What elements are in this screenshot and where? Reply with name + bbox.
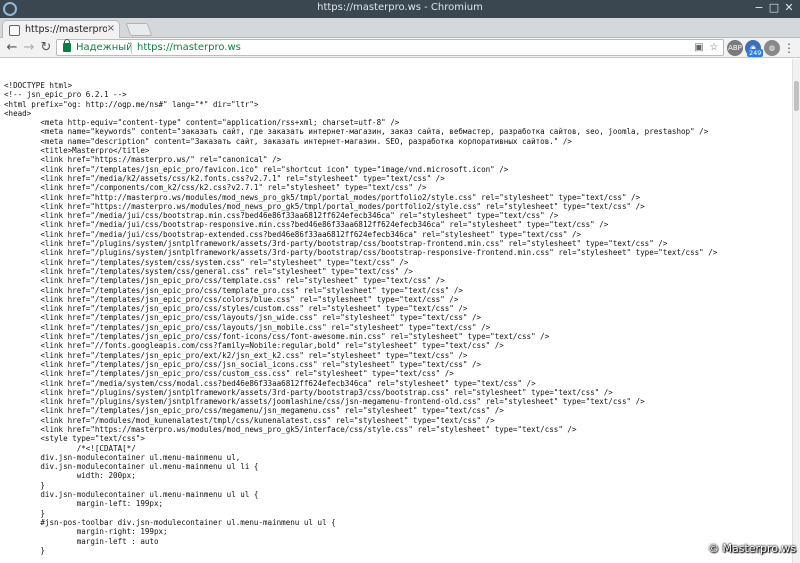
- source-line: <meta name="description" content="Заказа…: [4, 136, 572, 146]
- tab-title: https://masterpro.ws: [25, 24, 107, 35]
- extension-badge: 249: [747, 49, 764, 57]
- address-bar[interactable]: Надежный https://masterpro.ws ▣ ☆: [56, 39, 724, 56]
- forward-button[interactable]: →: [21, 40, 37, 56]
- close-window-button[interactable]: ✕: [782, 1, 796, 15]
- source-line: <link href="/modules/mod_kunenalatest/tm…: [4, 415, 495, 425]
- new-tab-button[interactable]: [125, 23, 153, 36]
- extension-gray-icon[interactable]: ◍: [764, 40, 780, 56]
- back-button[interactable]: ←: [4, 40, 20, 56]
- source-line: div.jsn-modulecontainer ul.menu-mainmenu…: [4, 452, 241, 462]
- source-code: <!DOCTYPE html> <!-- jsn_epic_pro 6.2.1 -…: [4, 81, 792, 555]
- source-line: <link href="/plugins/system/jsntplframew…: [4, 248, 718, 258]
- tab-masterpro[interactable]: https://masterpro.ws ×: [2, 20, 120, 38]
- source-line: <link href="/plugins/system/jsntplframew…: [4, 397, 645, 407]
- source-line: div.jsn-modulecontainer ul.menu-mainmenu…: [4, 490, 259, 500]
- source-line: <link href="/templates/jsn_epic_pro/css/…: [4, 369, 454, 379]
- source-line: <head>: [4, 108, 32, 118]
- source-line: <link href="/components/com_k2/css/k2.cs…: [4, 183, 427, 193]
- omnibox-separator: [131, 43, 132, 54]
- source-line: /*<![CDATA[*/: [4, 443, 136, 453]
- tab-close-icon[interactable]: ×: [107, 23, 115, 35]
- source-line: margin-left : auto: [4, 536, 159, 546]
- source-line: <link href="https://masterpro.ws/modules…: [4, 201, 645, 211]
- source-line: <link href="/media/jui/css/bootstrap-ext…: [4, 229, 582, 239]
- source-line: margin-left: 199px;: [4, 499, 164, 509]
- source-line: div.jsn-modulecontainer ul.menu-mainmenu…: [4, 462, 259, 472]
- url-text[interactable]: https://masterpro.ws: [137, 42, 241, 53]
- menu-icon[interactable]: ⋮: [783, 40, 795, 56]
- source-line: <!-- jsn_epic_pro 6.2.1 -->: [4, 90, 127, 100]
- view-source-content: <!DOCTYPE html> <!-- jsn_epic_pro 6.2.1 -…: [0, 59, 792, 563]
- source-line: <link href="https://masterpro.ws/" rel="…: [4, 155, 282, 165]
- source-line: <link href="/media/jui/css/bootstrap.min…: [4, 211, 559, 221]
- browser-toolbar: ← → ↻ Надежный https://masterpro.ws ▣ ☆ …: [0, 38, 800, 58]
- source-line: <link href="http://masterpro.ws/modules/…: [4, 192, 641, 202]
- source-line: <title>Masterpro</title>: [4, 146, 150, 156]
- window-titlebar: https://masterpro.ws - Chromium − □ ✕: [0, 0, 800, 18]
- source-line: <link href="https://masterpro.ws/modules…: [4, 424, 577, 434]
- source-line: }: [4, 545, 45, 555]
- source-line: <link href="/plugins/system/jsntplframew…: [4, 239, 668, 249]
- source-line: <link href="/media/system/css/modal.css?…: [4, 378, 536, 388]
- source-line: <link href="/templates/jsn_epic_pro/css/…: [4, 313, 482, 323]
- source-line: <style type="text/css">: [4, 434, 145, 444]
- watermark: © Masterpro.ws: [708, 542, 797, 555]
- source-line: <meta http-equiv="content-type" content=…: [4, 118, 400, 128]
- tab-strip: https://masterpro.ws ×: [0, 18, 800, 38]
- source-line: <link href="/templates/jsn_epic_pro/css/…: [4, 304, 468, 314]
- lock-icon: [63, 39, 71, 52]
- source-line: <!DOCTYPE html>: [4, 81, 73, 90]
- source-line: <link href="/templates/jsn_epic_pro/css/…: [4, 276, 445, 286]
- source-line: <link href="/templates/jsn_epic_pro/ext/…: [4, 350, 468, 360]
- source-line: <link href="/templates/system/css/system…: [4, 257, 409, 267]
- source-line: <link href="/templates/jsn_epic_pro/css/…: [4, 332, 550, 342]
- source-line: <link href="/templates/jsn_epic_pro/css/…: [4, 406, 504, 416]
- source-line: <link href="/media/k2/assets/css/k2.font…: [4, 173, 445, 183]
- source-line: #jsn-pos-toolbar div.jsn-modulecontainer…: [4, 517, 336, 527]
- window-title: https://masterpro.ws - Chromium: [317, 2, 483, 13]
- minimize-button[interactable]: −: [752, 1, 766, 15]
- source-line: width: 200px;: [4, 471, 136, 481]
- source-line: <meta name="keywords" content="заказать …: [4, 127, 709, 137]
- source-line: margin-right: 199px;: [4, 527, 168, 537]
- source-line: <link href="/templates/jsn_epic_pro/css/…: [4, 359, 482, 369]
- vertical-scrollbar[interactable]: [792, 59, 800, 563]
- source-line: <link href="/media/jui/css/bootstrap-res…: [4, 220, 609, 230]
- reload-button[interactable]: ↻: [38, 40, 54, 56]
- scrollbar-thumb[interactable]: [794, 81, 799, 111]
- source-line: <link href="/templates/system/css/genera…: [4, 266, 413, 276]
- source-line: <link href="/templates/jsn_epic_pro/css/…: [4, 285, 463, 295]
- page-favicon-icon: [9, 25, 20, 36]
- maximize-button[interactable]: □: [767, 1, 781, 15]
- source-line: }: [4, 480, 45, 490]
- source-line: <link href="//fonts.googleapis.com/css?f…: [4, 341, 504, 351]
- source-line: <link href="/templates/jsn_epic_pro/css/…: [4, 294, 459, 304]
- secure-label: Надежный: [76, 42, 133, 53]
- extension-abp-icon[interactable]: ABP: [727, 40, 743, 56]
- source-line: <html prefix="og: http://ogp.me/ns#" lan…: [4, 99, 259, 109]
- source-line: <link href="/templates/jsn_epic_pro/css/…: [4, 322, 491, 332]
- source-line: <link href="/plugins/system/jsntplframew…: [4, 387, 613, 397]
- source-line: <link href="/templates/jsn_epic_pro/favi…: [4, 164, 509, 174]
- translate-icon[interactable]: ▣: [692, 41, 706, 55]
- bookmark-star-icon[interactable]: ☆: [707, 41, 721, 55]
- source-line: }: [4, 508, 45, 518]
